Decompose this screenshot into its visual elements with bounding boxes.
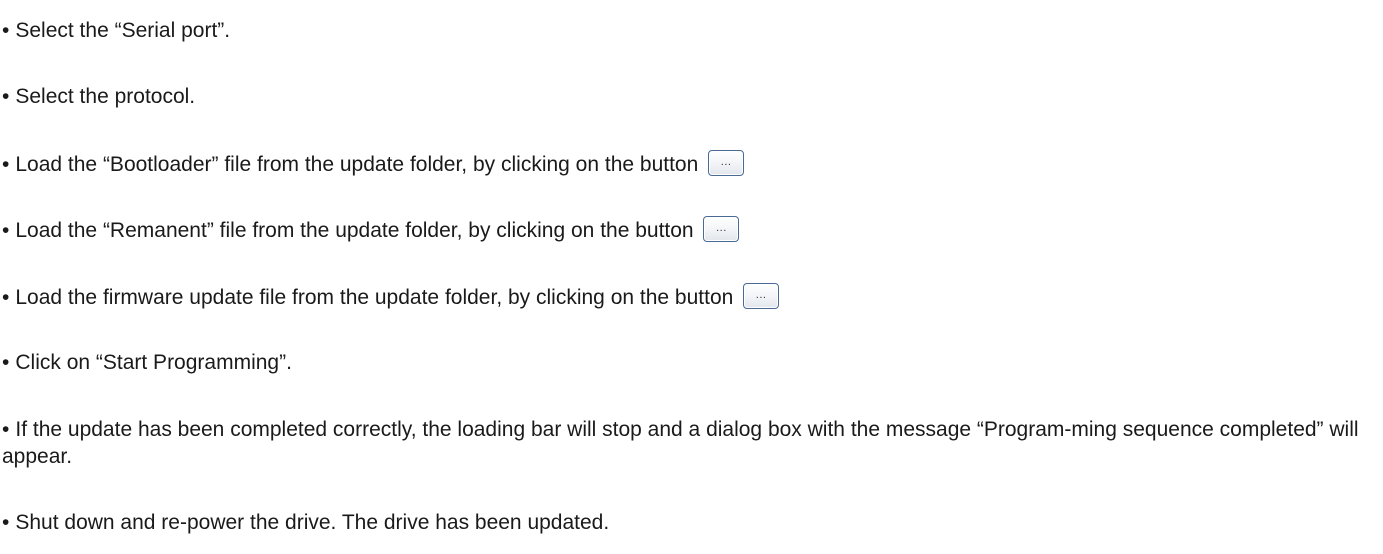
- step-select-serial-port: • Select the “Serial port”.: [2, 17, 1377, 44]
- step-load-remanent: • Load the “Remanent” file from the updat…: [2, 216, 1377, 244]
- bullet: •: [2, 511, 10, 534]
- step-text: Click on “Start Programming”.: [15, 351, 292, 374]
- step-text: If the update has been completed correct…: [2, 418, 1359, 468]
- step-text: Load the firmware update file from the u…: [15, 286, 734, 309]
- browse-button[interactable]: ...: [708, 150, 745, 176]
- step-text: Load the “Bootloader” file from the upda…: [15, 153, 699, 176]
- browse-button[interactable]: ...: [743, 283, 780, 309]
- step-load-firmware: • Load the firmware update file from the …: [2, 283, 1377, 311]
- bullet: •: [2, 351, 10, 374]
- bullet: •: [2, 153, 10, 176]
- step-text: Select the “Serial port”.: [15, 19, 231, 42]
- browse-button-label: ...: [755, 289, 767, 301]
- browse-button-label: ...: [720, 156, 732, 168]
- instruction-page: • Select the “Serial port”. • Select the p…: [0, 0, 1383, 554]
- step-text: Select the protocol.: [15, 85, 196, 108]
- step-select-protocol: • Select the protocol.: [2, 83, 1377, 110]
- step-shut-down: • Shut down and re-power the drive. The d…: [2, 509, 1377, 536]
- bullet: •: [2, 286, 10, 309]
- step-text: Shut down and re-power the drive. The dr…: [15, 511, 610, 534]
- step-text: Load the “Remanent” file from the update…: [15, 219, 694, 242]
- browse-button-label: ...: [716, 222, 727, 234]
- bullet: •: [2, 418, 10, 441]
- bullet: •: [2, 19, 10, 42]
- browse-button[interactable]: ...: [703, 216, 740, 242]
- step-load-bootloader: • Load the “Bootloader” file from the upd…: [2, 150, 1377, 178]
- bullet: •: [2, 85, 10, 108]
- step-start-programming: • Click on “Start Programming”.: [2, 349, 1377, 376]
- bullet: •: [2, 219, 10, 242]
- step-update-completed: • If the update has been completed correc…: [2, 416, 1377, 470]
